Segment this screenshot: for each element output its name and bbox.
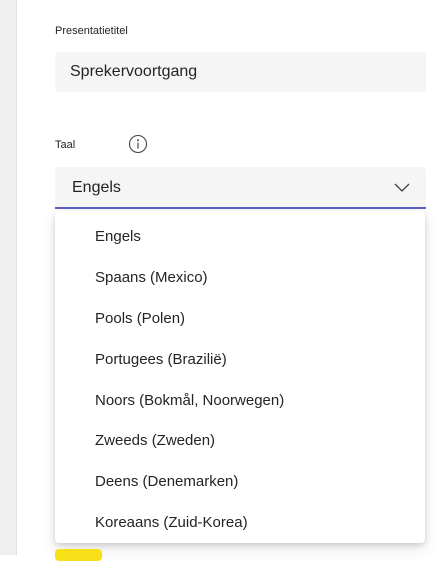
language-option-spaans[interactable]: Spaans (Mexico) <box>95 269 208 286</box>
language-dropdown-list: Engels Spaans (Mexico) Pools (Polen) Por… <box>55 211 425 543</box>
presentation-title-input[interactable]: Sprekervoortgang <box>55 52 426 92</box>
left-panel-edge <box>0 0 17 555</box>
language-option-pools[interactable]: Pools (Polen) <box>95 310 185 327</box>
presentation-title-label: Presentatietitel <box>55 25 128 37</box>
info-icon[interactable] <box>128 134 148 154</box>
language-option-portugees[interactable]: Portugees (Brazilië) <box>95 351 227 368</box>
language-label: Taal <box>55 139 76 151</box>
language-option-noors[interactable]: Noors (Bokmål, Noorwegen) <box>95 392 284 409</box>
language-option-zweeds[interactable]: Zweeds (Zweden) <box>95 432 215 449</box>
language-option-engels[interactable]: Engels <box>95 228 141 245</box>
language-option-deens[interactable]: Deens (Denemarken) <box>95 473 238 490</box>
language-option-koreaans[interactable]: Koreaans (Zuid-Korea) <box>95 514 248 531</box>
chevron-down-icon <box>394 183 410 192</box>
primary-button[interactable] <box>55 549 102 561</box>
language-select-value: Engels <box>72 179 121 196</box>
language-select[interactable]: Engels <box>55 167 426 209</box>
